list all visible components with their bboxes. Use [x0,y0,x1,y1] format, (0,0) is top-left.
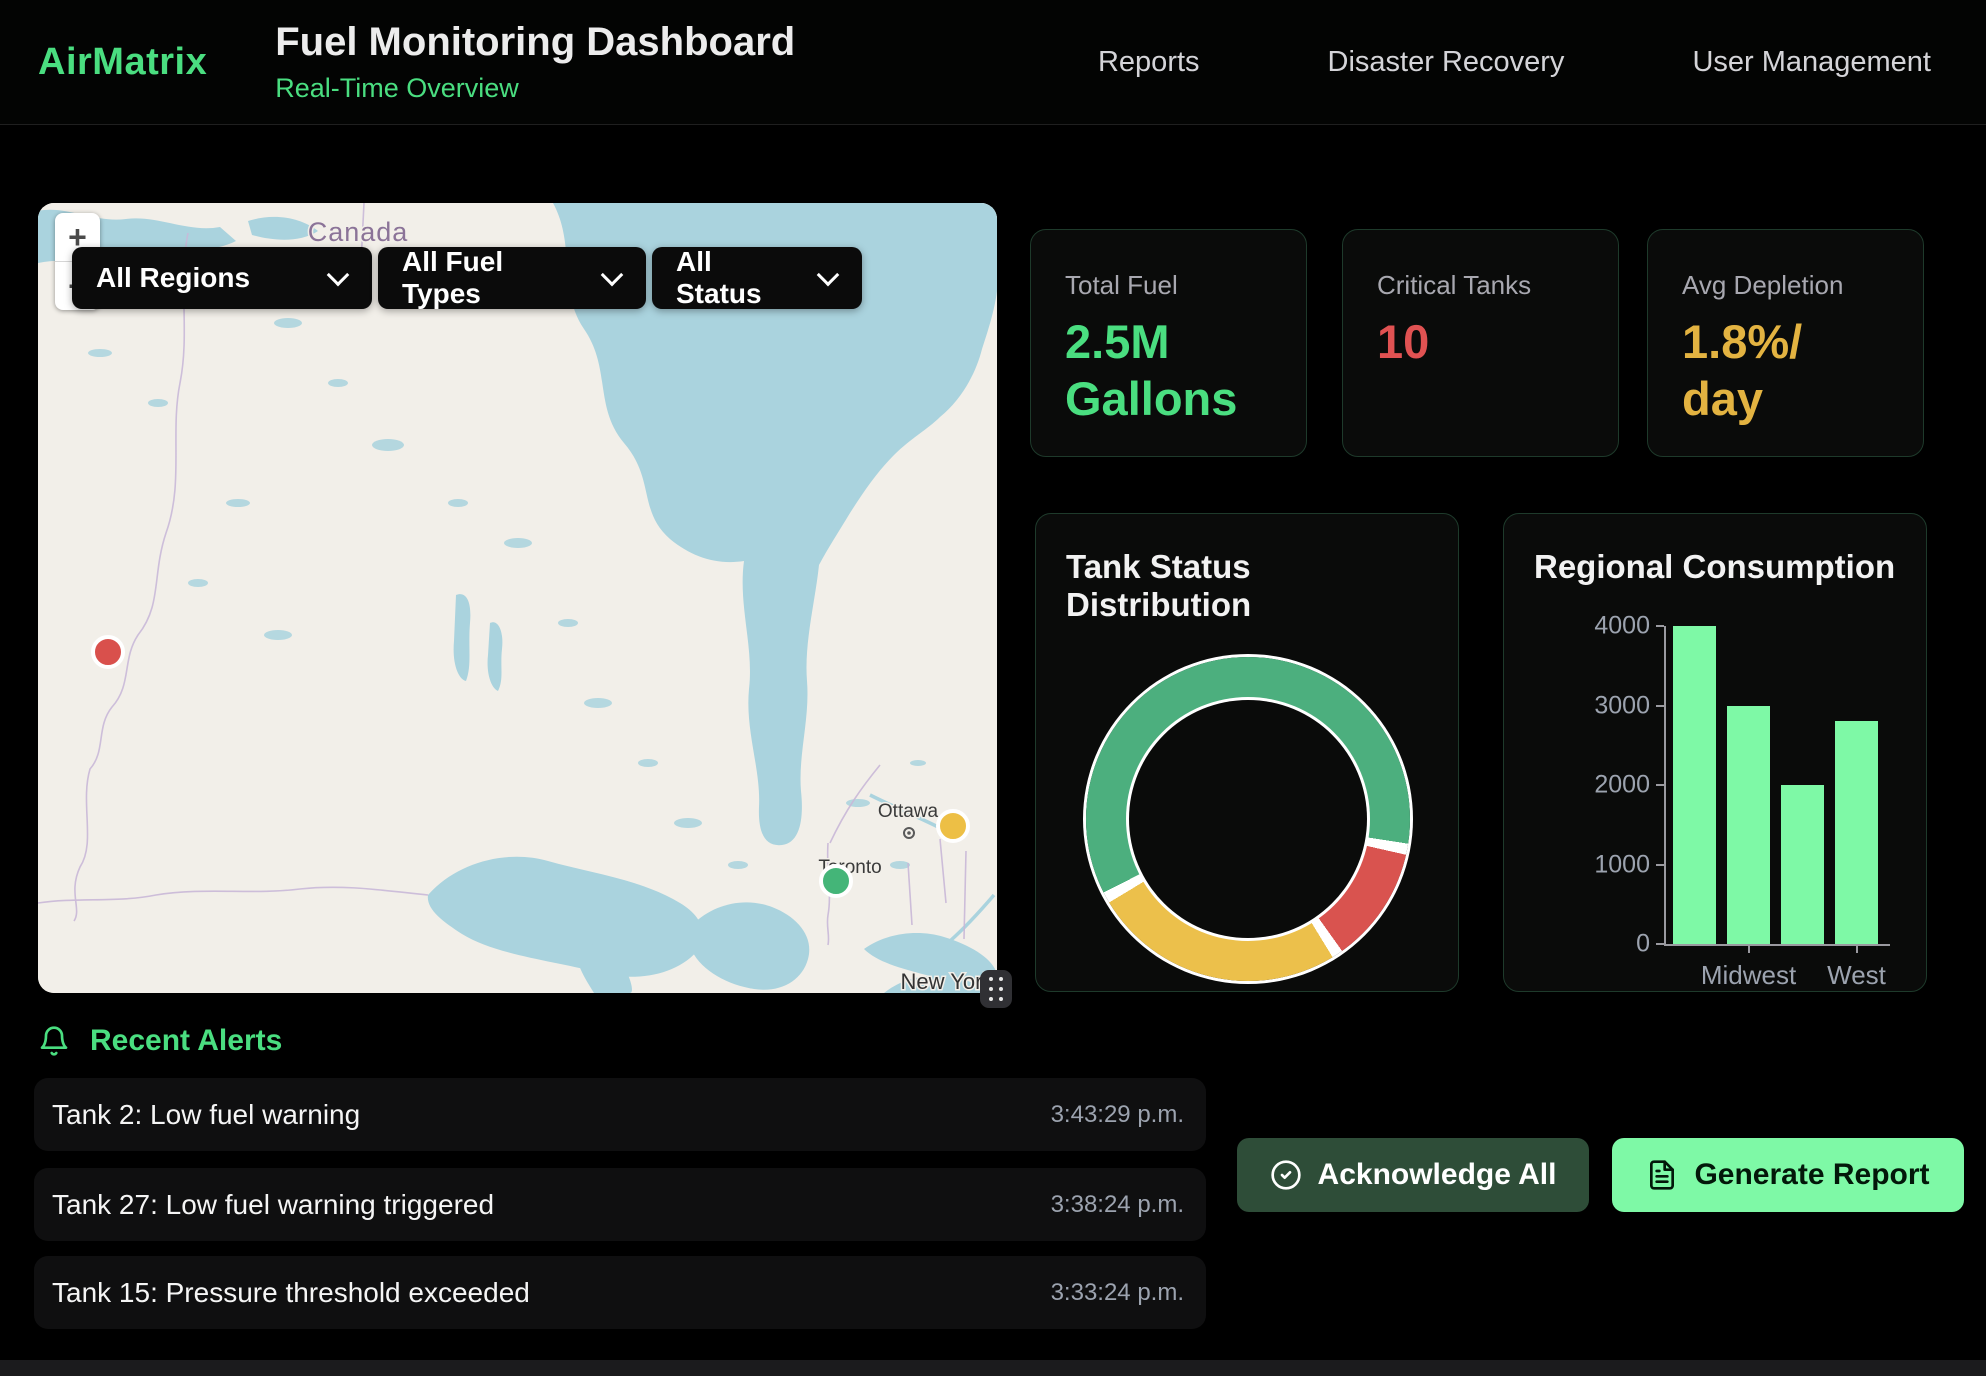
acknowledge-all-button[interactable]: Acknowledge All [1237,1138,1589,1212]
acknowledge-all-label: Acknowledge All [1318,1158,1557,1192]
x-axis-tick-label: West [1827,960,1886,991]
y-axis-tick-label: 3000 [1594,691,1650,720]
check-circle-icon [1270,1159,1302,1191]
alert-row: Tank 27: Low fuel warning triggered 3:38… [34,1168,1206,1241]
nav-reports[interactable]: Reports [1098,46,1200,79]
y-axis-tick-mark [1656,784,1664,786]
chevron-down-icon [817,264,840,287]
regional-consumption-card: Regional Consumption 01000200030004000Mi… [1503,513,1927,992]
alert-time: 3:43:29 p.m. [1051,1101,1184,1129]
alert-text: Tank 15: Pressure threshold exceeded [52,1277,530,1309]
alert-text: Tank 27: Low fuel warning triggered [52,1189,494,1221]
map-filters: All Regions All Fuel Types All Status [72,247,862,309]
stat-value-avg-depletion: 1.8%/ day [1682,313,1889,428]
x-axis-tick-mark [1856,944,1858,953]
alert-time: 3:38:24 p.m. [1051,1191,1184,1219]
bar-chart-plot: 01000200030004000MidwestWest [1664,626,1890,946]
status-dropdown-value: All Status [676,246,802,310]
y-axis-tick-mark [1656,864,1664,866]
bar-0 [1673,626,1716,944]
chevron-down-icon [601,264,624,287]
generate-report-label: Generate Report [1694,1158,1929,1192]
y-axis-tick-label: 4000 [1594,612,1650,641]
regions-dropdown-value: All Regions [96,262,250,294]
tank-map[interactable]: Canada Ottawa Toronto New York + − All R… [38,203,997,993]
nav-disaster-recovery[interactable]: Disaster Recovery [1328,46,1565,79]
bar-2 [1781,785,1824,944]
map-marker-critical[interactable] [93,637,123,667]
y-axis-tick-mark [1656,705,1664,707]
map-resize-handle[interactable] [980,970,1012,1008]
x-axis-tick-mark [1748,944,1750,953]
alert-time: 3:33:24 p.m. [1051,1279,1184,1307]
stat-card-critical-tanks: Critical Tanks 10 [1342,229,1619,457]
brand-logo: AirMatrix [38,41,207,84]
y-axis-tick-label: 1000 [1594,850,1650,879]
map-canvas: Canada Ottawa Toronto New York [38,203,997,993]
x-axis-tick-label: Midwest [1701,960,1796,991]
recent-alerts-title: Recent Alerts [90,1024,282,1058]
bar-3 [1835,721,1878,944]
ottawa-town-dot-center [907,831,911,835]
map-label-ottawa: Ottawa [878,801,939,822]
main-nav: Reports Disaster Recovery User Managemen… [1098,46,1931,79]
stat-value-total-fuel: 2.5M Gallons [1065,313,1272,428]
stat-card-total-fuel: Total Fuel 2.5M Gallons [1030,229,1307,457]
alert-row: Tank 15: Pressure threshold exceeded 3:3… [34,1256,1206,1329]
tank-status-card: Tank Status Distribution [1035,513,1459,992]
bar-chart-title: Regional Consumption [1534,548,1896,586]
title-block: Fuel Monitoring Dashboard Real-Time Over… [275,20,795,104]
regions-dropdown[interactable]: All Regions [72,247,372,309]
donut-chart-title: Tank Status Distribution [1066,548,1428,624]
stat-label: Critical Tanks [1377,270,1584,301]
fuel-monitoring-dashboard: AirMatrix Fuel Monitoring Dashboard Real… [0,0,1986,1376]
recent-alerts-heading: Recent Alerts [38,1024,282,1058]
alert-row: Tank 2: Low fuel warning 3:43:29 p.m. [34,1078,1206,1151]
nav-user-management[interactable]: User Management [1692,46,1931,79]
fuel-types-dropdown-value: All Fuel Types [402,246,586,310]
stat-label: Total Fuel [1065,270,1272,301]
footer-strip [0,1360,1986,1376]
map-label-canada: Canada [308,217,409,247]
alert-text: Tank 2: Low fuel warning [52,1099,360,1131]
y-axis-tick-mark [1656,943,1664,945]
y-axis-tick-label: 2000 [1594,771,1650,800]
generate-report-button[interactable]: Generate Report [1612,1138,1964,1212]
status-dropdown[interactable]: All Status [652,247,862,309]
document-icon [1646,1159,1678,1191]
tank-status-donut [1086,657,1410,981]
bell-icon [38,1024,70,1058]
bar-1 [1727,706,1770,945]
map-marker-warning[interactable] [938,811,968,841]
page-title: Fuel Monitoring Dashboard [275,20,795,65]
map-marker-normal[interactable] [821,866,851,896]
stat-label: Avg Depletion [1682,270,1889,301]
y-axis-tick-label: 0 [1636,930,1650,959]
chevron-down-icon [327,264,350,287]
y-axis-tick-mark [1656,625,1664,627]
page-subtitle: Real-Time Overview [275,73,795,104]
app-header: AirMatrix Fuel Monitoring Dashboard Real… [0,0,1986,125]
fuel-types-dropdown[interactable]: All Fuel Types [378,247,646,309]
stat-card-avg-depletion: Avg Depletion 1.8%/ day [1647,229,1924,457]
stat-value-critical-tanks: 10 [1377,313,1584,370]
